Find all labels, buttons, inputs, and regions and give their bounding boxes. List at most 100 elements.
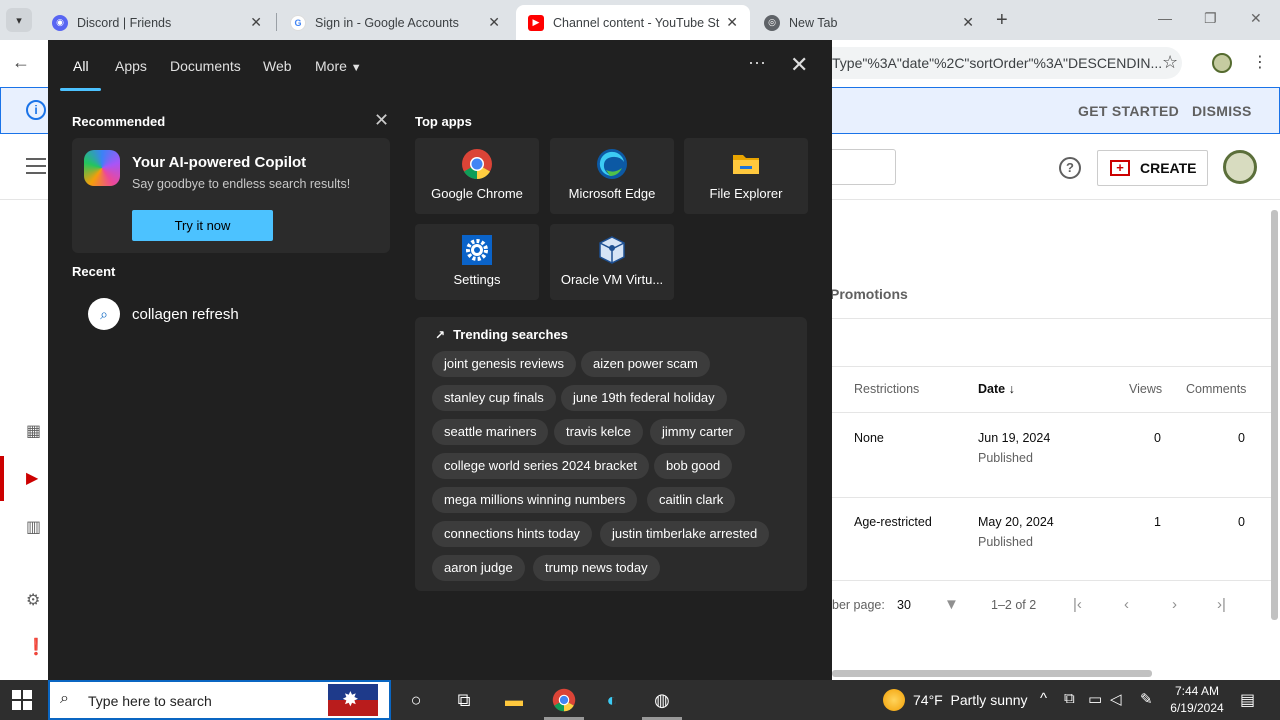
avatar[interactable] — [1223, 150, 1257, 184]
minimize-icon[interactable]: — — [1158, 10, 1172, 26]
top-apps-heading: Top apps — [415, 114, 472, 129]
page-range: 1–2 of 2 — [991, 598, 1037, 612]
search-highlight-image[interactable] — [328, 684, 378, 716]
trending-chip[interactable]: stanley cup finals — [432, 385, 556, 411]
settings-gear-icon[interactable]: ⚙ — [26, 590, 46, 610]
search-input[interactable]: Type here to search — [88, 693, 212, 709]
first-page-icon[interactable]: |‹ — [1073, 596, 1082, 613]
tab-web[interactable]: Web — [263, 58, 292, 74]
trending-chip[interactable]: aizen power scam — [581, 351, 710, 377]
rows-per-page-label: ber page: — [832, 598, 885, 612]
network-icon[interactable]: ▭ — [1088, 690, 1102, 708]
back-arrow-icon[interactable]: ← — [12, 52, 30, 73]
close-tab-icon[interactable]: ✕ — [488, 14, 500, 31]
prev-page-icon[interactable]: ‹ — [1124, 596, 1129, 613]
trending-chip[interactable]: aaron judge — [432, 555, 525, 581]
app-tile-file-explorer[interactable]: File Explorer — [684, 138, 808, 214]
dismiss-recommended-icon[interactable]: ✕ — [374, 110, 389, 131]
divider — [832, 366, 1272, 367]
last-page-icon[interactable]: ›| — [1217, 596, 1226, 613]
tab-discord[interactable]: ◉ Discord | Friends ✕ — [40, 5, 274, 40]
trending-chip[interactable]: college world series 2024 bracket — [432, 453, 649, 479]
copilot-promo-card: Your AI-powered Copilot Say goodbye to e… — [72, 138, 390, 253]
tab-new-tab[interactable]: ◎ New Tab ✕ — [752, 5, 986, 40]
app-tile-edge[interactable]: Microsoft Edge — [550, 138, 674, 214]
restore-icon[interactable]: ❐ — [1204, 10, 1217, 27]
col-date[interactable]: Date ↓ — [978, 382, 1015, 396]
tab-all[interactable]: All — [73, 58, 89, 74]
notification-center-icon[interactable]: ▤ — [1240, 690, 1255, 710]
app-tile-virtualbox[interactable]: Oracle VM Virtu... — [550, 224, 674, 300]
windows-start-icon[interactable] — [12, 690, 32, 710]
next-page-icon[interactable]: › — [1172, 596, 1177, 613]
col-comments[interactable]: Comments — [1186, 382, 1246, 396]
horizontal-scrollbar[interactable] — [832, 670, 1152, 677]
profile-extension-icon[interactable] — [1212, 53, 1232, 73]
trending-heading-label: Trending searches — [453, 327, 568, 342]
edge-taskbar-icon[interactable]: ◐ — [600, 688, 624, 712]
trending-chip[interactable]: justin timberlake arrested — [600, 521, 770, 547]
tab-google-signin[interactable]: G Sign in - Google Accounts ✕ — [278, 5, 512, 40]
feedback-icon[interactable]: ❗ — [26, 637, 46, 657]
app-tile-settings[interactable]: Settings — [415, 224, 539, 300]
weather-widget[interactable]: 74°F Partly sunny — [883, 689, 1028, 711]
tab-promotions[interactable]: Promotions — [830, 286, 908, 302]
file-explorer-icon[interactable]: ▬ — [502, 688, 526, 712]
content-icon[interactable]: ▶ — [26, 468, 46, 488]
taskbar-search-box[interactable]: ⌕ Type here to search — [48, 680, 391, 720]
trending-chip[interactable]: caitlin clark — [647, 487, 736, 513]
trending-chip[interactable]: joint genesis reviews — [432, 351, 576, 377]
recent-search-item[interactable]: ⌕ collagen refresh — [88, 298, 239, 330]
chrome-menu-icon[interactable]: ⋮ — [1252, 52, 1268, 72]
dashboard-icon[interactable]: ▦ — [26, 421, 46, 441]
rows-per-page-select[interactable]: 30 — [897, 598, 911, 612]
hamburger-menu-icon[interactable] — [26, 158, 46, 174]
app-tile-chrome[interactable]: Google Chrome — [415, 138, 539, 214]
close-tab-icon[interactable]: ✕ — [962, 14, 974, 31]
close-icon[interactable]: ✕ — [790, 52, 808, 78]
chrome-taskbar-icon[interactable] — [552, 688, 576, 712]
trending-chip[interactable]: seattle mariners — [432, 419, 549, 445]
tab-youtube-studio[interactable]: ▶ Channel content - YouTube Stu ✕ — [516, 5, 750, 40]
trending-chip[interactable]: mega millions winning numbers — [432, 487, 638, 513]
col-restrictions[interactable]: Restrictions — [854, 382, 919, 396]
task-view-icon[interactable]: ⧉ — [452, 688, 476, 712]
try-it-now-button[interactable]: Try it now — [132, 210, 273, 241]
col-views[interactable]: Views — [1129, 382, 1162, 396]
dismiss-button[interactable]: DISMISS — [1192, 103, 1252, 119]
close-tab-icon[interactable]: ✕ — [250, 14, 262, 31]
new-tab-button[interactable]: + — [996, 9, 1008, 32]
obs-icon[interactable]: ◍ — [650, 688, 674, 712]
trending-chip[interactable]: connections hints today — [432, 521, 592, 547]
address-bar[interactable]: Type"%3A"date"%2C"sortOrder"%3A"DESCENDI… — [822, 47, 1182, 79]
tab-more[interactable]: More ▼ — [315, 58, 362, 74]
show-hidden-icons-chevron-icon[interactable]: ^ — [1040, 690, 1047, 707]
more-options-icon[interactable]: ··· — [748, 52, 766, 73]
get-started-button[interactable]: GET STARTED — [1078, 103, 1179, 119]
trending-chip[interactable]: june 19th federal holiday — [561, 385, 727, 411]
close-window-icon[interactable]: ✕ — [1250, 10, 1262, 27]
discord-icon: ◉ — [52, 14, 68, 31]
dropdown-arrow-icon[interactable]: ▼ — [944, 596, 959, 613]
help-icon[interactable]: ? — [1059, 157, 1081, 179]
trending-chip[interactable]: jimmy carter — [650, 419, 745, 445]
meet-now-icon[interactable]: ⧉ — [1064, 690, 1075, 707]
trending-chip[interactable]: bob good — [654, 453, 733, 479]
row-date: Jun 19, 2024 — [978, 431, 1051, 445]
copilot-title: Your AI-powered Copilot — [132, 154, 307, 171]
trending-chip[interactable]: travis kelce — [554, 419, 644, 445]
tab-search-button[interactable]: ▾ — [6, 8, 32, 32]
vertical-scrollbar[interactable] — [1271, 210, 1278, 620]
volume-muted-icon[interactable]: ◁ — [1110, 690, 1122, 708]
tab-apps[interactable]: Apps — [115, 58, 147, 74]
bookmark-star-icon[interactable]: ☆ — [1162, 52, 1178, 73]
cortana-icon[interactable]: ○ — [404, 688, 428, 712]
tab-documents[interactable]: Documents — [170, 58, 241, 74]
row-restrictions: Age-restricted — [854, 515, 932, 529]
close-tab-icon[interactable]: ✕ — [726, 14, 738, 31]
system-clock[interactable]: 7:44 AM 6/19/2024 — [1166, 683, 1228, 717]
pen-icon[interactable]: ✎ — [1140, 690, 1153, 708]
trending-chip[interactable]: trump news today — [533, 555, 660, 581]
create-button[interactable]: + CREATE — [1097, 150, 1208, 186]
analytics-icon[interactable]: ▥ — [26, 517, 46, 537]
